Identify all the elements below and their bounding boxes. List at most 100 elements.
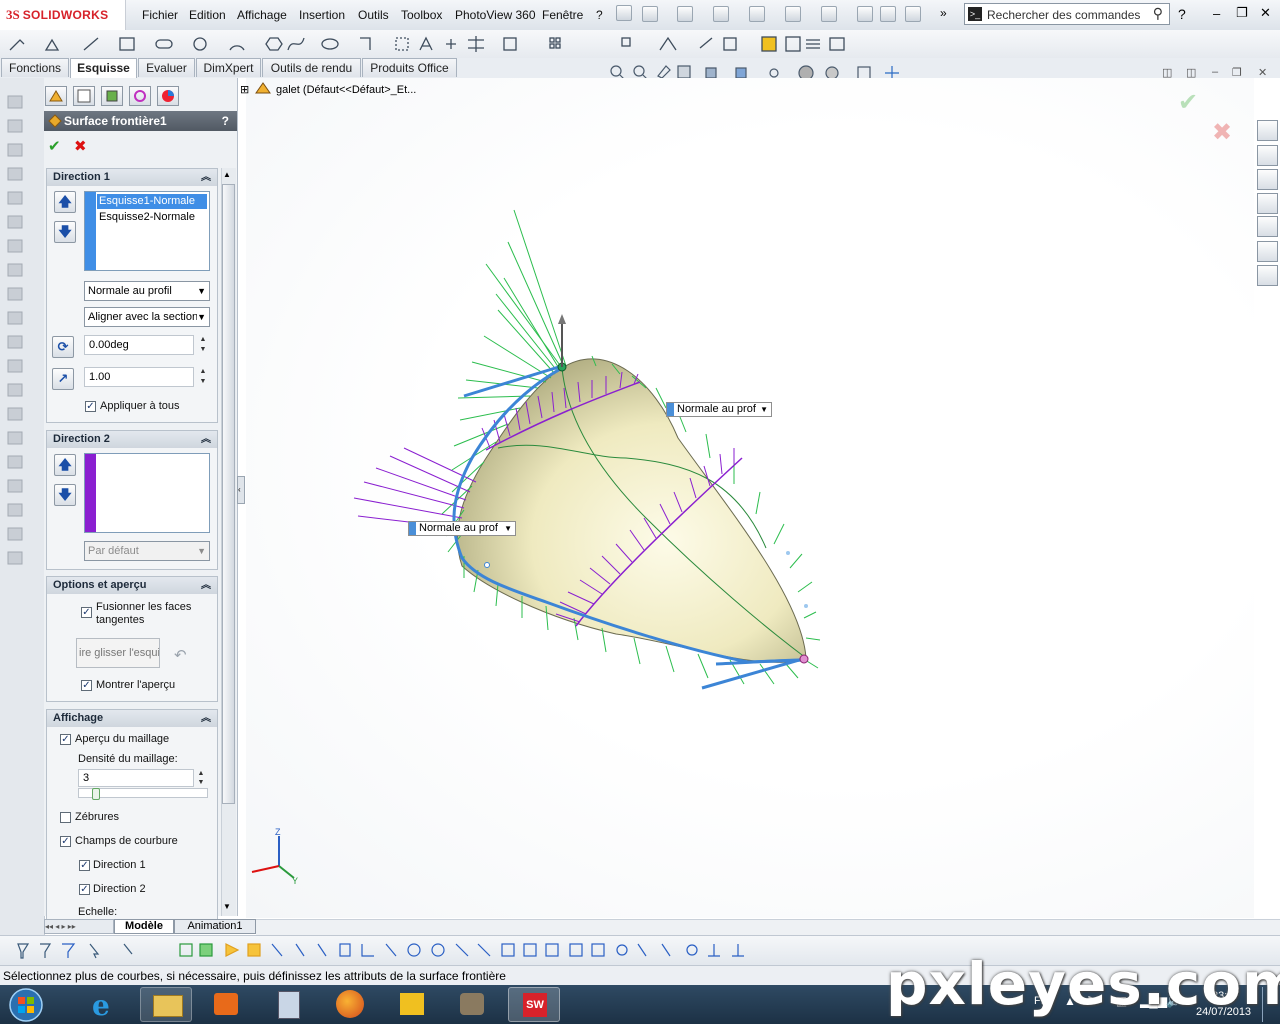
- open-icon[interactable]: [677, 6, 693, 22]
- tangency-callout-2[interactable]: Normale au prof ▼: [408, 521, 516, 536]
- selection-filter-icons[interactable]: [0, 936, 760, 966]
- menu-overflow-button[interactable]: »: [940, 6, 947, 20]
- search-icon[interactable]: ⚲: [1153, 5, 1163, 22]
- pm-help-button[interactable]: ?: [222, 111, 229, 131]
- pm-tab-configuration[interactable]: [101, 86, 123, 106]
- tangent-length-input[interactable]: 1.00: [84, 367, 194, 387]
- move-up-button[interactable]: 🡅: [54, 454, 76, 476]
- menu-outils[interactable]: Outils: [358, 8, 389, 22]
- minimize-button[interactable]: –: [1213, 6, 1220, 21]
- curvature-combs-checkbox[interactable]: ✓: [60, 836, 71, 847]
- tab-scroll-buttons[interactable]: ◂◂ ◂ ▸ ▸▸: [44, 919, 114, 934]
- doc-close-button[interactable]: ✕: [1258, 66, 1267, 79]
- task-pane-home-icon[interactable]: [1257, 145, 1278, 166]
- pm-collapse-handle[interactable]: ‹: [237, 476, 245, 504]
- direction-2-header[interactable]: Direction 2 ︽: [47, 431, 217, 448]
- undo-icon[interactable]: [785, 6, 801, 22]
- rebuild-icon[interactable]: [857, 6, 873, 22]
- undo-sketch-drag-icon[interactable]: ↶: [174, 646, 187, 664]
- pm-cancel-button[interactable]: ✖: [74, 137, 87, 155]
- move-down-button[interactable]: 🡇: [54, 484, 76, 506]
- tangency-callout-1[interactable]: Normale au prof ▼: [666, 402, 772, 417]
- new-document-icon[interactable]: [642, 6, 658, 22]
- zebra-checkbox[interactable]: [60, 812, 71, 823]
- comb-direction-2-checkbox[interactable]: ✓: [79, 884, 90, 895]
- direction-1-curves-list[interactable]: Esquisse1-Normale Esquisse2-Normale: [84, 191, 210, 271]
- reverse-direction-button[interactable]: ⟳: [52, 336, 74, 358]
- print-icon[interactable]: [749, 6, 765, 22]
- move-down-button[interactable]: 🡇: [54, 221, 76, 243]
- menu-photoview[interactable]: PhotoView 360: [455, 8, 536, 22]
- length-spinner[interactable]: ▲ ▼: [198, 367, 208, 387]
- pm-tab-dimxpert[interactable]: [129, 86, 151, 106]
- show-preview-checkbox[interactable]: ✓: [81, 680, 92, 691]
- move-up-button[interactable]: 🡅: [54, 191, 76, 213]
- options-icon[interactable]: [905, 6, 921, 22]
- pin-icon[interactable]: [616, 5, 632, 21]
- mesh-density-slider[interactable]: [78, 788, 208, 800]
- curve-endpoint-handle[interactable]: [799, 654, 809, 664]
- menu-help[interactable]: ?: [596, 8, 603, 22]
- options-header[interactable]: Options et aperçu ︽: [47, 577, 217, 594]
- tab-dimxpert[interactable]: DimXpert: [196, 58, 261, 77]
- merge-tangent-checkbox[interactable]: ✓: [81, 607, 92, 618]
- task-pane-appearances-icon[interactable]: [1257, 241, 1278, 262]
- menu-edition[interactable]: Edition: [189, 8, 226, 22]
- scroll-up-icon[interactable]: ▲: [223, 170, 231, 179]
- direction-2-curves-list[interactable]: [84, 453, 210, 533]
- mesh-preview-checkbox[interactable]: ✓: [60, 734, 71, 745]
- tangent-length-icon[interactable]: ↗: [52, 368, 74, 390]
- search-input[interactable]: Rechercher des commandes: [987, 8, 1140, 22]
- taskbar-calculator[interactable]: [262, 987, 314, 1022]
- mesh-density-input[interactable]: 3: [78, 769, 194, 787]
- list-item[interactable]: Esquisse2-Normale: [97, 210, 207, 225]
- save-icon[interactable]: [713, 6, 729, 22]
- tangency-type-select[interactable]: Normale au profil ▼: [84, 281, 210, 301]
- file-properties-icon[interactable]: [880, 6, 896, 22]
- taskbar-internet-explorer[interactable]: e: [80, 987, 132, 1022]
- drag-sketch-button[interactable]: ire glisser l'esquisse: [76, 638, 160, 668]
- menu-toolbox[interactable]: Toolbox: [401, 8, 442, 22]
- pm-scroll-thumb[interactable]: [222, 184, 235, 804]
- select-icon[interactable]: [821, 6, 837, 22]
- tab-outils-de-rendu[interactable]: Outils de rendu: [262, 58, 361, 77]
- slider-thumb[interactable]: [92, 788, 100, 800]
- tab-fonctions[interactable]: Fonctions: [1, 58, 69, 77]
- command-search[interactable]: >_ Rechercher des commandes ⚲: [964, 3, 1170, 25]
- task-pane-custom-properties-icon[interactable]: [1257, 265, 1278, 286]
- menu-fichier[interactable]: Fichier: [142, 8, 178, 22]
- pm-ok-button[interactable]: ✔: [48, 137, 61, 155]
- solidworks-logo[interactable]: 3S SOLIDWORKS: [0, 0, 126, 30]
- tab-animation1[interactable]: Animation1: [174, 919, 256, 934]
- task-pane-view-palette-icon[interactable]: [1257, 216, 1278, 237]
- task-pane-resources-icon[interactable]: [1257, 120, 1278, 141]
- task-pane-design-library-icon[interactable]: [1257, 169, 1278, 190]
- scroll-down-icon[interactable]: ▼: [223, 902, 231, 911]
- mesh-density-spinner[interactable]: ▲ ▼: [196, 769, 206, 787]
- tab-modele[interactable]: Modèle: [114, 919, 174, 934]
- angle-spinner[interactable]: ▲ ▼: [198, 335, 208, 355]
- sketch-tools-toolbar[interactable]: [0, 30, 860, 58]
- menu-insertion[interactable]: Insertion: [299, 8, 345, 22]
- tab-esquisse[interactable]: Esquisse: [70, 58, 137, 78]
- direction-2-tangency-select[interactable]: Par défaut ▼: [84, 541, 210, 561]
- taskbar-media-player[interactable]: [200, 987, 252, 1022]
- taskbar-firefox[interactable]: [324, 987, 376, 1022]
- task-pane-file-explorer-icon[interactable]: [1257, 193, 1278, 214]
- menu-affichage[interactable]: Affichage: [237, 8, 287, 22]
- list-item[interactable]: Esquisse1-Normale: [97, 194, 207, 209]
- pm-tab-property-manager[interactable]: [73, 86, 95, 106]
- apply-all-checkbox[interactable]: ✓: [85, 401, 96, 412]
- taskbar-gimp[interactable]: [446, 987, 498, 1022]
- alignment-select[interactable]: Aligner avec la section ▼: [84, 307, 210, 327]
- doc-minimize-button[interactable]: –: [1212, 66, 1218, 78]
- close-button[interactable]: ✕: [1260, 5, 1271, 21]
- boundary-surface-model[interactable]: [246, 78, 1254, 918]
- menu-fenetre[interactable]: Fenêtre: [542, 8, 583, 22]
- taskbar-explorer[interactable]: [140, 987, 192, 1022]
- direction-1-header[interactable]: Direction 1 ︽: [47, 169, 217, 186]
- pm-tab-feature-tree[interactable]: [45, 86, 67, 106]
- tab-produits-office[interactable]: Produits Office: [362, 58, 457, 77]
- help-icon[interactable]: ?: [1178, 6, 1186, 22]
- start-button[interactable]: [6, 986, 46, 1024]
